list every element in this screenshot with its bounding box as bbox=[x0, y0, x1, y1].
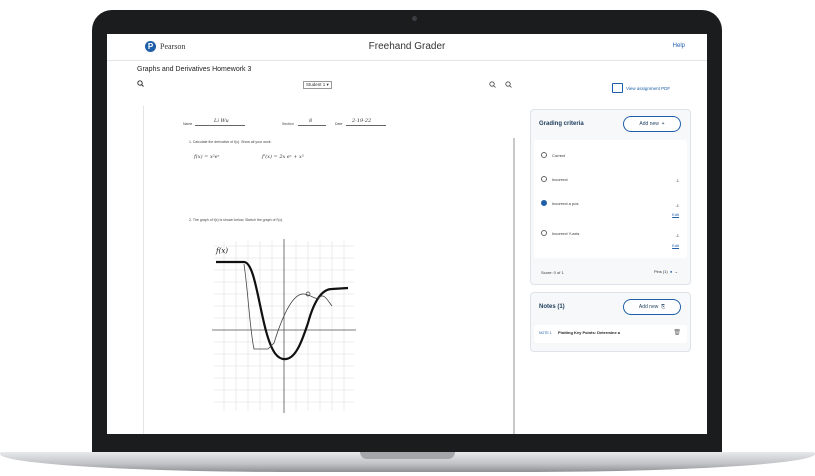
graph-label: f(x) bbox=[215, 247, 228, 255]
radio-icon[interactable] bbox=[541, 230, 547, 236]
note-item[interactable]: NOTE 1 Plotting Key Points: Determine a … bbox=[534, 325, 687, 343]
grading-criteria-title: Grading criteria bbox=[539, 121, 584, 127]
screen: P Pearson Freehand Grader Help Graphs an… bbox=[107, 34, 707, 434]
criterion-incorrect-pos[interactable]: Incorrect a pos bbox=[541, 200, 578, 206]
student-select[interactable]: Student 1 ▾ bbox=[303, 81, 332, 89]
date-label: Date bbox=[335, 122, 343, 126]
note-text: Plotting Key Points: Determine a bbox=[558, 330, 621, 335]
view-pdf-link[interactable]: View assignment PDF bbox=[612, 83, 670, 93]
criterion-edit-link[interactable]: Edit bbox=[672, 212, 679, 217]
radio-checked-icon[interactable] bbox=[541, 200, 547, 206]
top-bar: P Pearson Freehand Grader Help bbox=[107, 34, 707, 61]
grading-criteria-panel: Grading criteria Add new + Correct Incor… bbox=[530, 109, 691, 285]
criterion-points: -1 bbox=[675, 203, 679, 208]
criteria-list: Correct Incorrect -1 Incorrect a pos -1 … bbox=[534, 140, 687, 258]
assignment-title: Graphs and Derivatives Homework 3 bbox=[137, 66, 252, 73]
question-2: 2. The graph of f(x) is shown below. Ske… bbox=[189, 218, 284, 222]
zoom-out-icon[interactable] bbox=[505, 81, 512, 90]
add-criteria-button[interactable]: Add new + bbox=[623, 116, 681, 132]
work-left: f(x) = x²eˣ bbox=[194, 154, 220, 160]
help-link[interactable]: Help bbox=[673, 43, 685, 49]
criterion-correct[interactable]: Correct bbox=[541, 152, 565, 158]
chevron-down-icon: ⌄ bbox=[673, 269, 678, 274]
tool-search-icon[interactable] bbox=[137, 80, 144, 89]
add-criteria-label: Add new bbox=[639, 121, 659, 127]
zoom-in-icon[interactable] bbox=[489, 81, 496, 90]
document-scrollbar[interactable] bbox=[513, 138, 515, 434]
camera-icon bbox=[412, 16, 417, 21]
document-viewer[interactable]: Name Li Wu Section 8 Date 2-19-22 1. Cal… bbox=[143, 106, 516, 434]
pins-dropdown[interactable]: Pins (1) ● ⌄ bbox=[654, 269, 678, 274]
note-number: NOTE 1 bbox=[539, 331, 552, 335]
pins-label: Pins (1) bbox=[653, 269, 668, 274]
pin-icon: ● bbox=[668, 269, 673, 274]
score-text: Score: 0 of 1 bbox=[541, 270, 564, 275]
criterion-edit-link[interactable]: Edit bbox=[672, 243, 679, 248]
date-value: 2-19-22 bbox=[352, 118, 372, 124]
date-underline bbox=[346, 125, 386, 126]
name-underline bbox=[195, 125, 245, 126]
view-pdf-label: View assignment PDF bbox=[626, 85, 671, 91]
criterion-label: Incorrect a pos bbox=[552, 200, 579, 206]
radio-icon[interactable] bbox=[541, 176, 547, 182]
criterion-points: -1 bbox=[675, 178, 679, 183]
radio-icon[interactable] bbox=[541, 152, 547, 158]
trash-icon[interactable]: 🗑 bbox=[673, 329, 681, 336]
name-value: Li Wu bbox=[214, 118, 229, 124]
section-value: 8 bbox=[309, 118, 313, 124]
add-note-label: Add new bbox=[638, 304, 659, 310]
function-graph: f(x) bbox=[212, 239, 356, 413]
criterion-label: Correct bbox=[552, 152, 566, 158]
sketch-curve bbox=[243, 263, 333, 350]
work-right: f'(x) = 2x eˣ + x² bbox=[262, 154, 304, 160]
app-title: Freehand Grader bbox=[368, 41, 446, 52]
criterion-label: Incorrect bbox=[552, 176, 568, 182]
criterion-points: -1 bbox=[675, 233, 679, 238]
criterion-label: Incorrect Y-axis bbox=[552, 230, 580, 236]
section-label: Section bbox=[282, 122, 294, 126]
criterion-incorrect-y-axis[interactable]: Incorrect Y-axis bbox=[541, 230, 579, 236]
add-note-button[interactable]: Add new ⎘ bbox=[623, 299, 681, 315]
laptop-notch bbox=[360, 452, 455, 459]
question-1: 1. Calculate the derivative of f(x). Sho… bbox=[189, 140, 272, 144]
name-label: Name bbox=[183, 122, 193, 126]
external-link-icon bbox=[612, 83, 623, 93]
plus-icon: + bbox=[660, 121, 665, 127]
note-add-icon: ⎘ bbox=[659, 304, 666, 310]
criterion-incorrect[interactable]: Incorrect bbox=[541, 176, 568, 182]
notes-title: Notes (1) bbox=[539, 304, 565, 310]
notes-panel: Notes (1) Add new ⎘ NOTE 1 Plotting Key … bbox=[530, 292, 691, 352]
section-underline bbox=[298, 125, 326, 126]
